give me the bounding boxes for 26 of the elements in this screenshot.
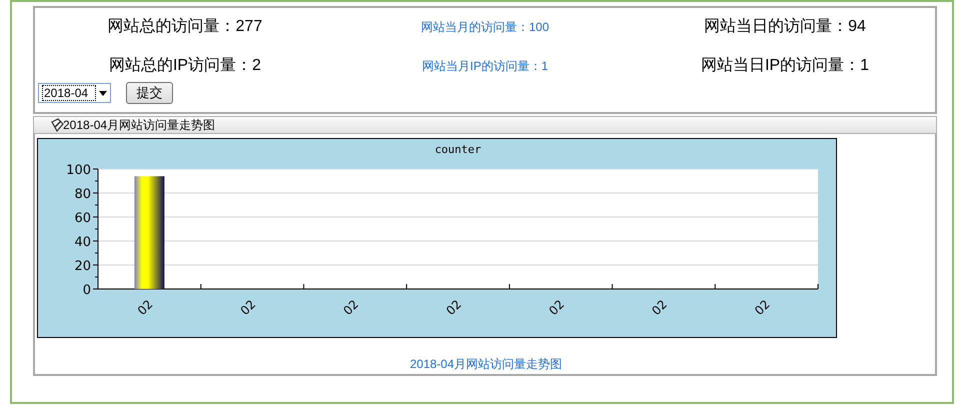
x-tick-label: 02 [443,297,464,318]
y-tick-label: 60 [74,211,91,226]
y-tick-label: 40 [74,235,91,250]
y-tick-label: 80 [74,187,91,202]
x-tick-label: 02 [752,297,773,318]
y-tick-label: 100 [66,163,91,178]
x-tick-label: 02 [649,297,670,318]
x-tick-label: 02 [134,297,156,318]
panel-title: 2018-04月网站访问量走势图 [63,117,216,134]
chart-caption: 2018-04月网站访问量走势图 [408,356,564,373]
stat-text: 网站当月IP的访问量：1 [422,58,548,75]
x-tick-label: 02 [340,297,362,318]
y-tick-label: 0 [82,283,91,298]
pencil-book-icon [50,118,64,132]
stat-text: 网站当日的访问量：94 [704,16,866,37]
x-tick-label: 02 [546,297,567,318]
chart-title: counter [434,143,482,156]
stat-text: 网站当月的访问量：100 [420,19,550,36]
stat-text: 网站总的IP访问量：2 [108,56,261,76]
month-select[interactable]: 2018-04 [38,83,111,103]
y-tick-label: 20 [74,259,91,274]
stat-text: 网站当日IP的访问量：1 [700,56,869,76]
stat-text: 网站总的访问量：277 [108,16,262,37]
x-tick-label: 02 [238,297,258,318]
submit-button[interactable]: 提交 [126,82,173,104]
dropdown-arrow-icon [99,90,107,96]
